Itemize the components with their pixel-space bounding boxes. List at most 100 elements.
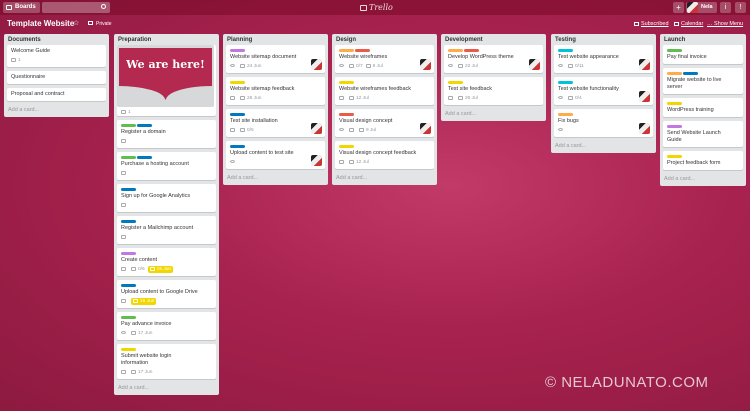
card[interactable]: Test site feedback 26 Jul — [444, 77, 543, 105]
member-avatar[interactable] — [420, 59, 431, 70]
add-card-link[interactable]: Add a card... — [551, 141, 656, 153]
list-cards: Welcome Guide 1 Questionnaire Proposal and … — [4, 45, 109, 101]
member-avatar[interactable] — [311, 155, 322, 166]
badge-text: 12 Jul — [356, 160, 369, 165]
add-card-link[interactable]: Add a card... — [4, 105, 109, 117]
member-avatar[interactable] — [639, 123, 650, 134]
watch-badge — [339, 63, 346, 70]
card[interactable]: Pay final invoice — [663, 45, 743, 64]
clock-icon — [149, 267, 155, 271]
board-title[interactable]: Template Website — [7, 19, 74, 28]
watch-badge — [558, 127, 565, 134]
show-menu-link[interactable]: … Show Menu — [707, 21, 743, 27]
member-avatar[interactable] — [529, 59, 540, 70]
card[interactable]: Upload content to test site — [226, 141, 325, 169]
card[interactable]: Register a Mailchimp account — [117, 216, 216, 244]
member-avatar[interactable] — [420, 123, 431, 134]
clock-icon — [349, 160, 354, 164]
card[interactable]: Proposal and contract — [7, 88, 106, 101]
list-title[interactable]: Preparation — [114, 34, 219, 45]
clock-icon — [133, 299, 138, 303]
add-card-link[interactable]: Add a card... — [223, 173, 328, 185]
card[interactable]: Test website functionality 0/4 — [554, 77, 653, 105]
plus-icon: + — [676, 3, 681, 12]
desc-badge — [121, 298, 128, 305]
desc-badge — [121, 138, 128, 145]
label-green — [121, 124, 136, 127]
search-input[interactable] — [42, 2, 110, 13]
star-icon[interactable]: ☆ — [73, 19, 79, 27]
subscribed-link[interactable]: Subscribed — [634, 21, 669, 27]
card-labels — [667, 71, 739, 75]
member-avatar[interactable] — [311, 59, 322, 70]
card[interactable]: We are here! 1 — [117, 45, 216, 116]
card[interactable]: Test website appearance 0/11 — [554, 45, 653, 73]
add-card-link[interactable]: Add a card... — [114, 383, 219, 395]
card[interactable]: Sign up for Google Analytics — [117, 184, 216, 212]
due-badge: 22 Jul — [458, 63, 478, 70]
card[interactable]: Visual design concept feedback 12 Jul — [335, 141, 434, 169]
trello-logo[interactable]: Trello — [360, 2, 393, 13]
card[interactable]: Project feedback form — [663, 151, 743, 170]
checklist-badge: 0/4 — [568, 95, 582, 102]
add-card-link[interactable]: Add a card... — [332, 173, 437, 185]
search-icon[interactable] — [101, 4, 106, 9]
member-avatar[interactable] — [311, 123, 322, 134]
add-button[interactable]: + — [673, 2, 684, 13]
label-red — [464, 49, 479, 52]
card[interactable]: Test site installation 0/5 — [226, 109, 325, 137]
add-card-link[interactable]: Add a card... — [441, 109, 546, 121]
list-title[interactable]: Planning — [223, 34, 328, 45]
card[interactable]: WordPress training — [663, 98, 743, 117]
privacy-button[interactable]: Private — [88, 21, 112, 27]
card-badges — [230, 159, 321, 166]
boards-button[interactable]: Boards — [3, 2, 40, 13]
desc-badge — [121, 170, 128, 177]
card[interactable]: Send Website Launch Guide — [663, 121, 743, 147]
card[interactable]: Submit website login information 17 Jun — [117, 344, 216, 379]
card-title: Test website functionality — [558, 86, 619, 92]
card-title: Pay final invoice — [667, 54, 707, 60]
card[interactable]: Upload content to Google Drive 15 Jun — [117, 280, 216, 308]
badge-text: 1 — [18, 58, 21, 63]
eye-icon — [230, 160, 235, 163]
list-title[interactable]: Testing — [551, 34, 656, 45]
eye-icon — [634, 22, 639, 26]
card-labels — [667, 124, 739, 128]
due-badge: 24 Jun — [240, 63, 261, 70]
info-button[interactable]: i — [720, 2, 731, 13]
calendar-link[interactable]: Calendar — [674, 21, 703, 27]
card[interactable]: Purchase a hosting account — [117, 152, 216, 180]
card[interactable]: Pay advance invoice 17 Jun — [117, 312, 216, 340]
card[interactable]: Website sitemap feedback 28 Jun — [226, 77, 325, 105]
card[interactable]: Welcome Guide 1 — [7, 45, 106, 67]
list-cards: Website sitemap document 24 Jun Website si… — [223, 45, 328, 169]
card[interactable]: Website wireframes 0/7 8 Jul — [335, 45, 434, 73]
card[interactable]: Website sitemap document 24 Jun — [226, 45, 325, 73]
clock-icon — [131, 331, 136, 335]
card[interactable]: Visual design concept 9 Jul — [335, 109, 434, 137]
list-title[interactable]: Design — [332, 34, 437, 45]
badge-text: 0/7 — [356, 64, 363, 69]
card[interactable]: Develop WordPress theme 22 Jul — [444, 45, 543, 73]
list-title[interactable]: Development — [441, 34, 546, 45]
card[interactable]: Create content 0/6 15 Jun — [117, 248, 216, 276]
card[interactable]: Questionnaire — [7, 71, 106, 84]
notifications-button[interactable]: ! — [735, 2, 746, 13]
list-cards: Pay final invoice Migrate website to live… — [660, 45, 746, 170]
show-menu-label: Show Menu — [714, 21, 744, 27]
due-soon-badge: 15 Jun — [131, 298, 157, 305]
user-menu[interactable]: Nela — [686, 2, 717, 13]
list-title[interactable]: Launch — [660, 34, 746, 45]
card-badges: 28 Jun — [230, 95, 321, 102]
add-card-link[interactable]: Add a card... — [660, 174, 746, 186]
badge-text: 17 Jun — [138, 331, 153, 336]
card[interactable]: Register a domain — [117, 120, 216, 148]
member-avatar[interactable] — [639, 59, 650, 70]
list-title[interactable]: Documents — [4, 34, 109, 45]
card[interactable]: Fix bugs — [554, 109, 653, 137]
card[interactable]: Website wireframes feedback 12 Jul — [335, 77, 434, 105]
member-avatar[interactable] — [639, 91, 650, 102]
badge-text: 15 Jun — [156, 267, 172, 272]
card[interactable]: Migrate website to live server — [663, 68, 743, 94]
